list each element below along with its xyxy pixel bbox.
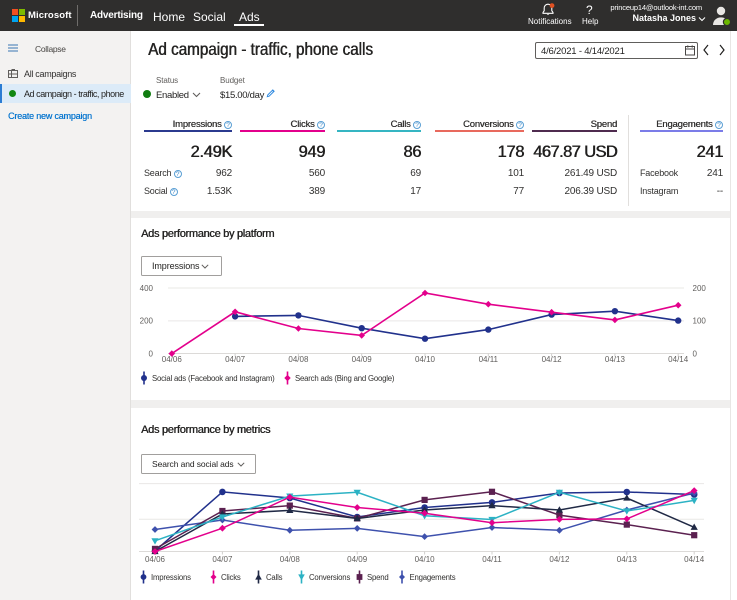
svg-text:04/14: 04/14: [668, 355, 689, 364]
svg-text:04/09: 04/09: [347, 555, 368, 564]
svg-text:Spend: Spend: [367, 573, 389, 582]
svg-text:400: 400: [140, 284, 154, 293]
svg-text:Impressions: Impressions: [151, 573, 191, 582]
svg-text:04/07: 04/07: [225, 355, 246, 364]
svg-text:04/13: 04/13: [617, 555, 638, 564]
svg-text:04/13: 04/13: [605, 355, 626, 364]
svg-text:04/10: 04/10: [415, 555, 436, 564]
svg-text:04/08: 04/08: [288, 355, 309, 364]
svg-text:04/07: 04/07: [212, 555, 233, 564]
svg-text:200: 200: [140, 317, 154, 326]
svg-text:04/12: 04/12: [542, 355, 563, 364]
svg-text:Social ads (Facebook and Insta: Social ads (Facebook and Instagram): [152, 374, 275, 383]
svg-text:Calls: Calls: [266, 573, 283, 582]
svg-text:0: 0: [693, 349, 698, 358]
svg-text:Search ads (Bing and Google): Search ads (Bing and Google): [295, 374, 395, 383]
svg-text:04/12: 04/12: [549, 555, 570, 564]
svg-text:04/14: 04/14: [684, 555, 705, 564]
svg-text:0: 0: [149, 349, 154, 358]
svg-text:Clicks: Clicks: [221, 573, 241, 582]
svg-text:100: 100: [693, 317, 707, 326]
svg-text:Engagements: Engagements: [410, 573, 456, 582]
svg-text:Conversions: Conversions: [309, 573, 350, 582]
svg-text:200: 200: [693, 284, 707, 293]
svg-text:04/11: 04/11: [479, 355, 499, 364]
svg-text:04/09: 04/09: [352, 355, 373, 364]
svg-text:04/06: 04/06: [145, 555, 166, 564]
svg-text:04/11: 04/11: [482, 555, 502, 564]
svg-text:04/10: 04/10: [415, 355, 436, 364]
svg-text:04/08: 04/08: [280, 555, 301, 564]
